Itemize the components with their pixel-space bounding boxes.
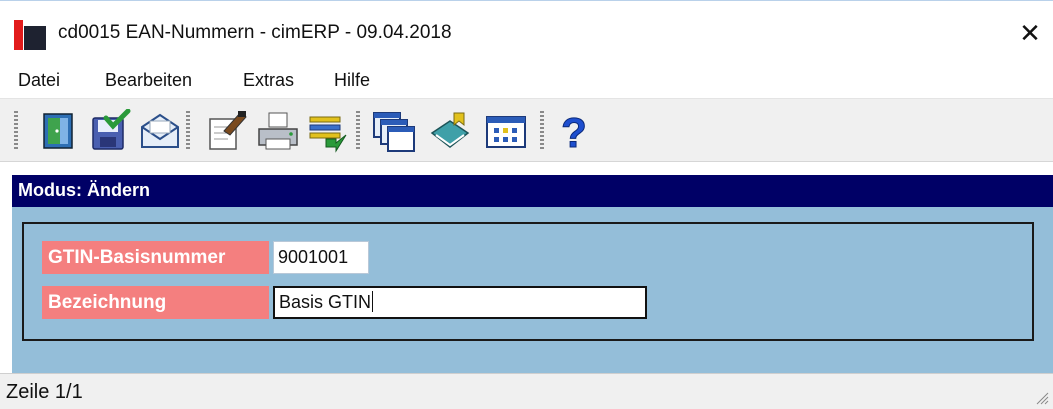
menu-hilfe[interactable]: Hilfe: [334, 70, 370, 91]
toolbar-separator: [186, 111, 190, 149]
exit-button[interactable]: [36, 109, 80, 153]
mail-icon: [141, 113, 179, 148]
save-icon: [92, 109, 131, 150]
bezeichnung-value: Basis GTIN: [279, 292, 372, 312]
app-logo-icon: [14, 20, 46, 50]
calendar-button[interactable]: [484, 109, 528, 153]
toolbar: ?: [0, 98, 1053, 162]
edit-notes-icon: [209, 111, 247, 150]
toolbar-separator: [14, 111, 18, 149]
help-button[interactable]: ?: [552, 109, 596, 153]
status-bar: Zeile 1/1: [0, 373, 1053, 409]
title-bar: cd0015 EAN-Nummern - cimERP - 09.04.2018…: [0, 0, 1053, 65]
gtin-label: GTIN-Basisnummer: [42, 241, 269, 274]
menu-bearbeiten[interactable]: Bearbeiten: [105, 70, 192, 91]
menu-extras[interactable]: Extras: [243, 70, 294, 91]
calendar-icon: [486, 116, 526, 148]
app-window: cd0015 EAN-Nummern - cimERP - 09.04.2018…: [0, 0, 1053, 409]
windows-icon: [373, 112, 415, 152]
windows-button[interactable]: [372, 109, 416, 153]
text-caret: [372, 291, 374, 312]
mode-label: Modus: Ändern: [18, 180, 150, 200]
print-button[interactable]: [256, 109, 300, 153]
menu-bar: Datei Bearbeiten Extras Hilfe: [0, 64, 1053, 98]
toolbar-separator: [356, 111, 360, 149]
status-row-indicator: Zeile 1/1: [6, 381, 83, 403]
exit-door-icon: [43, 113, 73, 149]
svg-text:?: ?: [561, 109, 587, 153]
bezeichnung-label: Bezeichnung: [42, 286, 269, 319]
resize-grip-icon[interactable]: [1035, 391, 1049, 405]
bezeichnung-field[interactable]: Basis GTIN: [273, 286, 647, 319]
window-title: cd0015 EAN-Nummern - cimERP - 09.04.2018: [58, 22, 452, 43]
mail-button[interactable]: [138, 109, 182, 153]
save-button[interactable]: [88, 109, 132, 153]
gtin-field[interactable]: 9001001: [273, 241, 369, 274]
transfer-button[interactable]: [306, 109, 350, 153]
close-button[interactable]: ✕: [1007, 13, 1053, 53]
mode-bar: Modus: Ändern: [12, 175, 1053, 207]
book-button[interactable]: [428, 109, 472, 153]
menu-datei[interactable]: Datei: [18, 70, 60, 91]
form-groupbox: GTIN-Basisnummer 9001001 Bezeichnung Bas…: [22, 222, 1034, 341]
print-icon: [258, 112, 298, 150]
help-icon: ?: [561, 109, 588, 153]
edit-notes-button[interactable]: [204, 109, 248, 153]
toolbar-separator: [540, 111, 544, 149]
book-icon: [430, 112, 470, 148]
transfer-icon: [309, 116, 347, 153]
